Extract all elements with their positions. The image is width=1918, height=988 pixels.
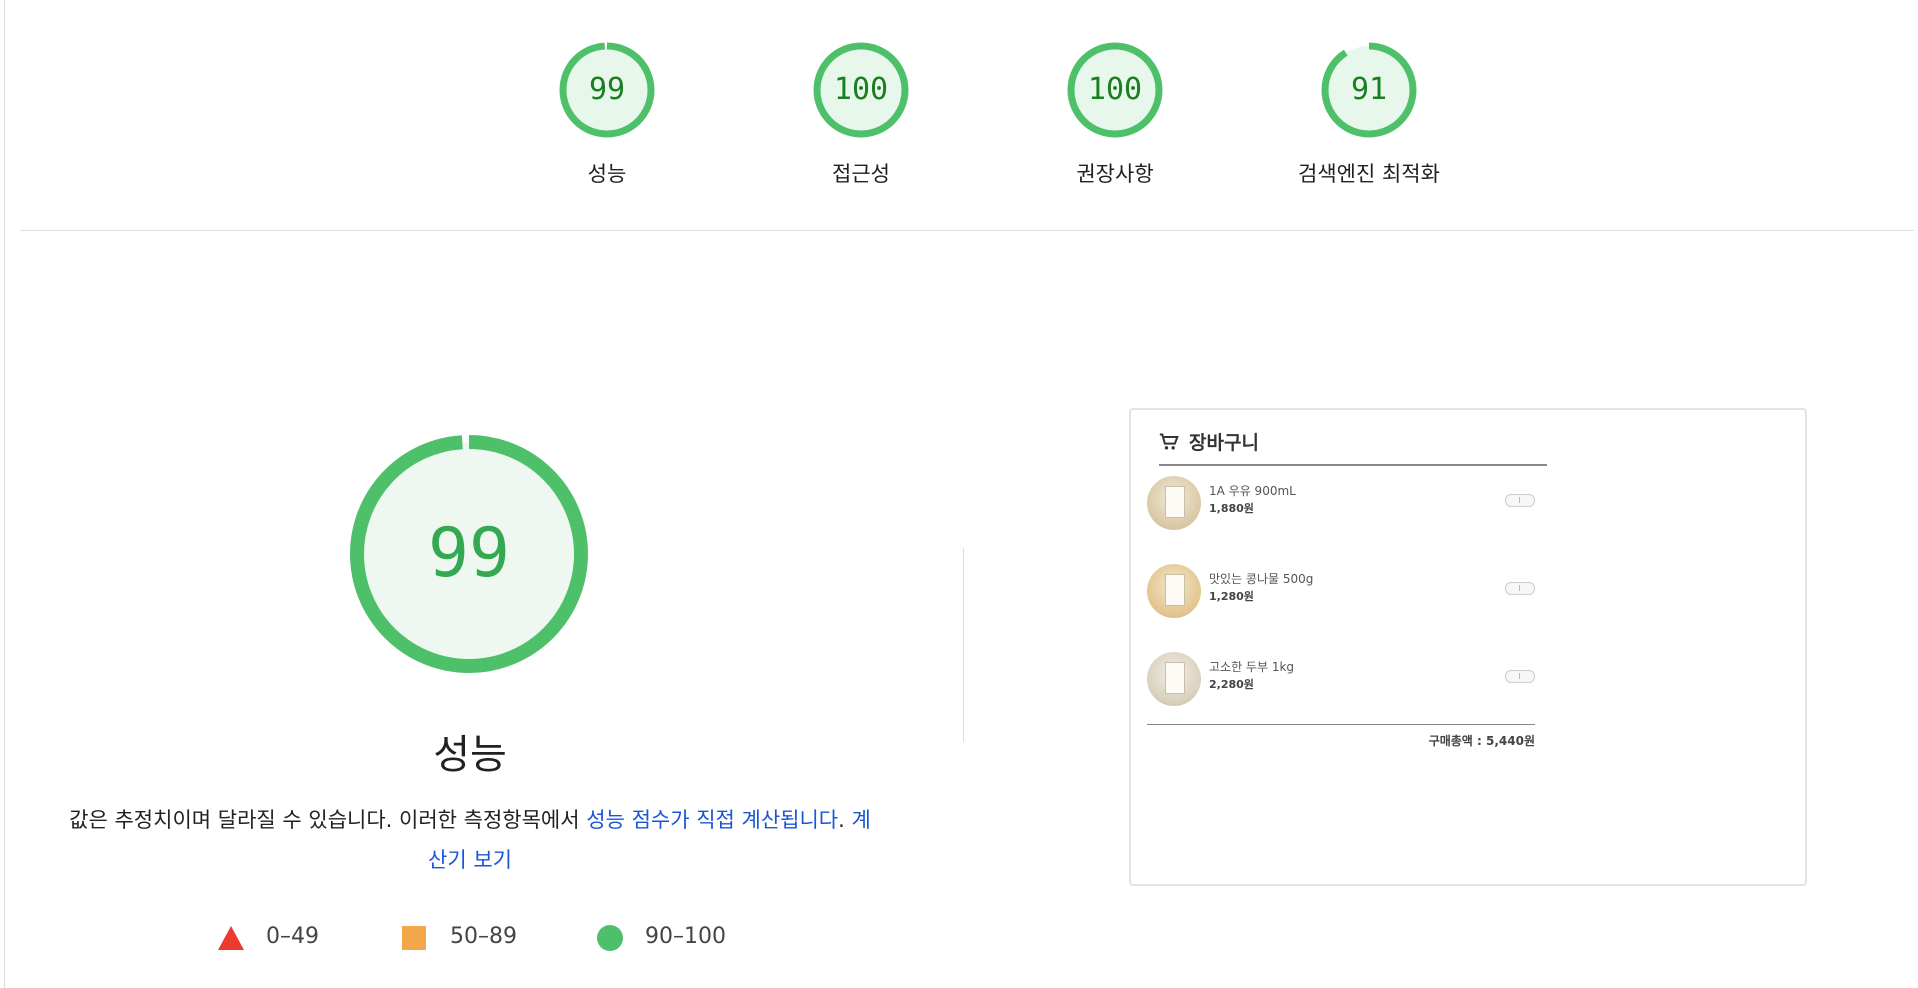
product-name: 맛있는 콩나물 500g	[1209, 572, 1314, 586]
product-name: 고소한 두부 1kg	[1209, 660, 1295, 674]
product-name: 1A 우유 900mL	[1209, 484, 1296, 498]
product-image	[1147, 564, 1201, 618]
performance-gauge: 99	[347, 432, 591, 676]
vertical-divider	[963, 548, 964, 742]
gauge-ring: 100	[1065, 40, 1165, 140]
cart-item: 고소한 두부 1kg 2,280원	[1147, 648, 1535, 712]
quantity-stepper	[1505, 494, 1535, 507]
gauge-label: 접근성	[832, 162, 890, 186]
product-price: 1,280원	[1209, 590, 1254, 603]
gauge-label: 성능	[587, 162, 627, 186]
performance-title: 성능	[433, 732, 507, 778]
gauge-label: 검색엔진 최적화	[1298, 162, 1440, 186]
description-separator: .	[838, 808, 852, 832]
gauge-seo[interactable]: 91 검색엔진 최적화	[1249, 40, 1489, 188]
gauge-score: 100	[833, 72, 889, 107]
gauge-label: 권장사항	[1076, 162, 1154, 186]
quantity-stepper	[1505, 582, 1535, 595]
quantity-stepper	[1505, 670, 1535, 683]
score-calculation-link[interactable]: 성능 점수가 직접 계산됩니다	[586, 808, 838, 832]
final-screenshot: 장바구니 1A 우유 900mL 1,880원 맛있는 콩나물 500g 1,2…	[1129, 408, 1807, 886]
gauge-best-practices[interactable]: 100 권장사항	[995, 40, 1235, 188]
cart-header: 장바구니	[1159, 426, 1547, 466]
product-image	[1147, 476, 1201, 530]
gauge-accessibility[interactable]: 100 접근성	[741, 40, 981, 188]
performance-score: 99	[428, 514, 510, 593]
square-icon	[402, 926, 426, 950]
gauge-ring: 99	[557, 40, 657, 140]
circle-icon	[597, 925, 623, 951]
description-text: 값은 추정치이며 달라질 수 있습니다. 이러한 측정항목에서	[69, 808, 587, 832]
gauge-score: 100	[1087, 72, 1143, 107]
gauge-ring: 91	[1319, 40, 1419, 140]
gauge-ring: 100	[811, 40, 911, 140]
gauge-score: 91	[1350, 72, 1388, 107]
cart-total: 구매총액 : 5,440원	[1428, 734, 1535, 748]
legend-label: 50–89	[450, 924, 517, 949]
cart-title: 장바구니	[1189, 432, 1259, 454]
cart-total-divider	[1147, 724, 1535, 725]
shopping-cart-icon	[1159, 433, 1179, 450]
product-price: 2,280원	[1209, 678, 1254, 691]
gauge-performance[interactable]: 99 성능	[487, 40, 727, 188]
legend-label: 90–100	[645, 924, 726, 949]
cart-item: 맛있는 콩나물 500g 1,280원	[1147, 560, 1535, 624]
product-image	[1147, 652, 1201, 706]
triangle-icon	[218, 926, 244, 950]
performance-description: 값은 추정치이며 달라질 수 있습니다. 이러한 측정항목에서 성능 점수가 직…	[60, 800, 880, 880]
legend-label: 0–49	[266, 924, 319, 949]
product-price: 1,880원	[1209, 502, 1254, 515]
gauge-score: 99	[588, 72, 626, 107]
score-gauges: 99 성능 100 접근성 100 권장사항 91 검색엔진 최적화	[0, 40, 1918, 200]
section-divider	[20, 230, 1914, 231]
cart-item: 1A 우유 900mL 1,880원	[1147, 472, 1535, 536]
